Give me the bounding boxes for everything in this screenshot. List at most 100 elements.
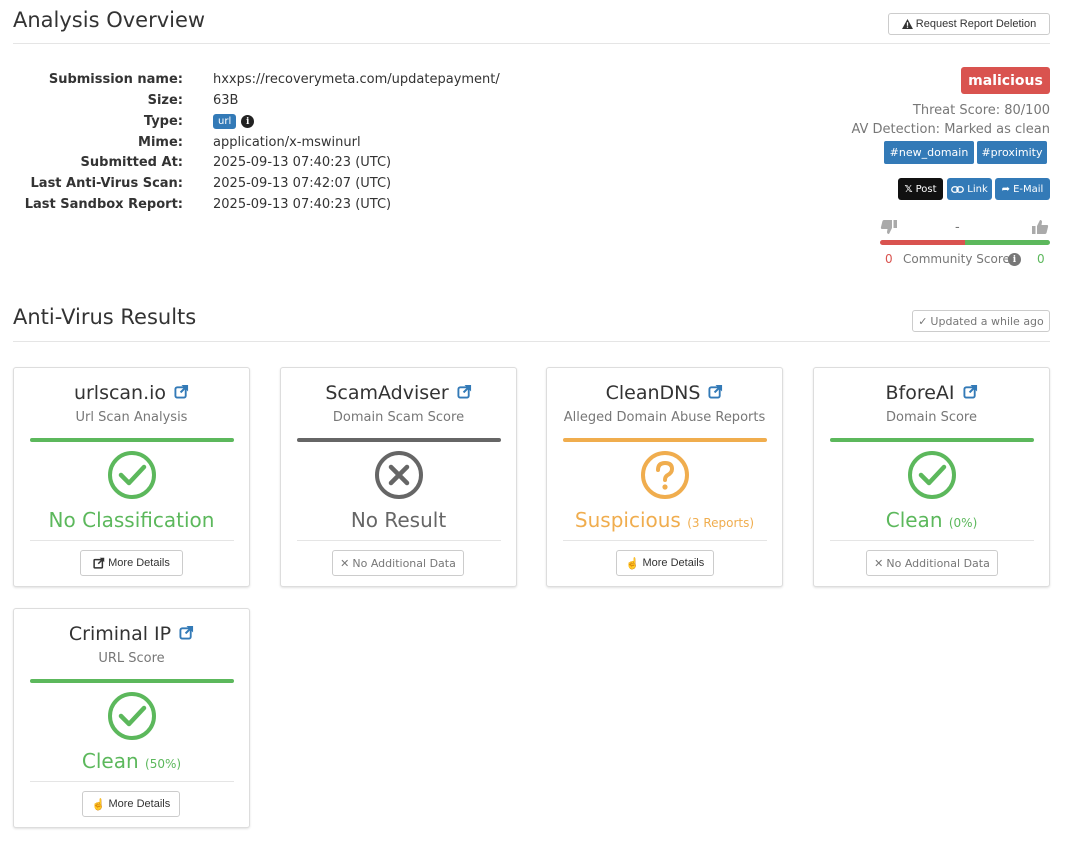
size-value: 63B — [213, 93, 239, 108]
detail-label: Size: — [147, 93, 183, 108]
av-card-bforeai: BforeAI Domain Score Clean (0%) ✕ No Addi… — [813, 367, 1050, 587]
card-divider — [30, 781, 234, 782]
mime-value: application/x-mswinurl — [213, 135, 361, 150]
type-badge: url — [213, 114, 237, 129]
av-card-result: Suspicious (3 Reports) — [547, 508, 782, 532]
type-value: url i — [213, 114, 255, 129]
more-details-label: More Details — [108, 557, 170, 569]
av-card-name: urlscan.io — [73, 382, 167, 404]
page-title: Analysis Overview — [13, 8, 206, 32]
status-bar — [30, 679, 234, 683]
vote-bar-down — [880, 240, 965, 245]
av-card-urlscan: urlscan.io Url Scan Analysis No Classifi… — [13, 367, 250, 587]
last-av-scan-value: 2025-09-13 07:42:07 (UTC) — [213, 176, 392, 191]
check-icon: ✓ — [918, 314, 928, 328]
external-link-icon[interactable] — [962, 384, 978, 399]
more-details-button[interactable]: ☝ More Details — [616, 550, 714, 576]
result-label: No Classification — [48, 508, 215, 532]
av-card-subtitle: Domain Score — [886, 410, 977, 425]
external-link-icon[interactable] — [179, 625, 194, 640]
detail-label: Last Sandbox Report: — [24, 197, 183, 212]
av-card-result: No Result — [281, 508, 516, 532]
divider — [13, 43, 1050, 44]
more-details-label: More Details — [108, 798, 171, 810]
result-detail: (3 Reports) — [687, 516, 755, 530]
card-divider — [297, 540, 501, 541]
hand-pointer-icon: ☝ — [625, 557, 640, 570]
share-post-button[interactable]: 𝕏 Post — [898, 178, 943, 200]
av-card-subtitle: Domain Scam Score — [332, 410, 465, 425]
check-circle-icon — [908, 451, 956, 499]
no-data-label: No Additional Data — [886, 556, 990, 570]
thumbs-down-icon[interactable] — [880, 219, 898, 235]
tag-proximity[interactable]: #proximity — [977, 141, 1047, 164]
av-card-title: BforeAI — [814, 382, 1049, 404]
external-link-icon[interactable] — [708, 384, 723, 399]
divider — [13, 341, 1050, 342]
request-deletion-button[interactable]: Request Report Deletion — [888, 13, 1050, 35]
av-results-title: Anti-Virus Results — [13, 305, 197, 329]
external-link-icon[interactable] — [457, 384, 472, 399]
more-details-button[interactable]: More Details — [80, 550, 183, 576]
tag-new-domain[interactable]: #new_domain — [884, 141, 974, 164]
x-logo-icon: 𝕏 — [904, 183, 913, 195]
times-circle-icon — [375, 451, 423, 499]
av-card-name: ScamAdviser — [325, 382, 449, 404]
community-vote-bar — [880, 240, 1050, 245]
av-detection: AV Detection: Marked as clean — [851, 122, 1050, 137]
submitted-at-value: 2025-09-13 07:40:23 (UTC) — [213, 155, 392, 170]
share-arrow-icon: ➦ — [1001, 183, 1011, 195]
info-icon[interactable]: i — [241, 115, 255, 128]
community-score-label: Community Score — [903, 252, 1010, 266]
request-deletion-label: Request Report Deletion — [915, 18, 1037, 30]
result-label: Clean — [885, 508, 943, 532]
no-additional-data-button: ✕ No Additional Data — [866, 550, 998, 576]
status-bar — [830, 438, 1034, 442]
av-card-subtitle: URL Score — [98, 651, 165, 666]
detail-label: Submitted At: — [80, 155, 183, 170]
card-divider — [30, 540, 234, 541]
av-card-name: BforeAI — [885, 382, 955, 404]
result-label: Suspicious — [574, 508, 681, 532]
av-card-cleandns: CleanDNS Alleged Domain Abuse Reports Su… — [546, 367, 783, 587]
vote-bar-up — [965, 240, 1050, 245]
community-down-count: 0 — [885, 252, 893, 266]
av-card-subtitle: Url Scan Analysis — [75, 410, 188, 425]
result-label: Clean — [81, 749, 139, 773]
status-bar — [563, 438, 767, 442]
vote-separator: - — [955, 220, 960, 235]
av-card-result: No Classification — [14, 508, 249, 532]
times-icon: ✕ — [340, 556, 350, 570]
share-email-label: E-Mail — [1013, 183, 1044, 195]
av-card-result: Clean (50%) — [14, 749, 249, 773]
updated-label: Updated a while ago — [930, 314, 1044, 328]
card-divider — [563, 540, 767, 541]
detail-label: Mime: — [138, 135, 183, 150]
no-additional-data-button: ✕ No Additional Data — [332, 550, 464, 576]
share-email-button[interactable]: ➦ E-Mail — [995, 178, 1050, 200]
card-divider — [830, 540, 1034, 541]
link-icon — [951, 185, 965, 193]
av-card-result: Clean (0%) — [814, 508, 1049, 532]
detail-label: Type: — [143, 114, 183, 129]
status-bar — [30, 438, 234, 442]
share-link-button[interactable]: Link — [947, 178, 992, 200]
external-link-icon — [93, 557, 105, 569]
check-circle-icon — [108, 692, 156, 740]
thumbs-up-icon[interactable] — [1031, 219, 1049, 235]
updated-status: ✓ Updated a while ago — [912, 310, 1050, 332]
more-details-button[interactable]: ☝ More Details — [82, 791, 180, 817]
submission-name-value: hxxps://recoverymeta.com/updatepayment/ — [213, 72, 500, 87]
result-label: No Result — [350, 508, 447, 532]
verdict-badge: malicious — [961, 67, 1050, 94]
result-detail: (50%) — [145, 757, 182, 771]
warning-icon — [901, 19, 913, 29]
av-card-subtitle: Alleged Domain Abuse Reports — [563, 410, 766, 425]
av-card-title: ScamAdviser — [281, 382, 516, 404]
av-card-title: CleanDNS — [547, 382, 782, 404]
result-detail: (0%) — [948, 516, 978, 530]
check-circle-icon — [108, 451, 156, 499]
threat-score: Threat Score: 80/100 — [912, 103, 1050, 118]
external-link-icon[interactable] — [174, 384, 189, 399]
community-info-icon[interactable]: i — [1008, 253, 1021, 266]
